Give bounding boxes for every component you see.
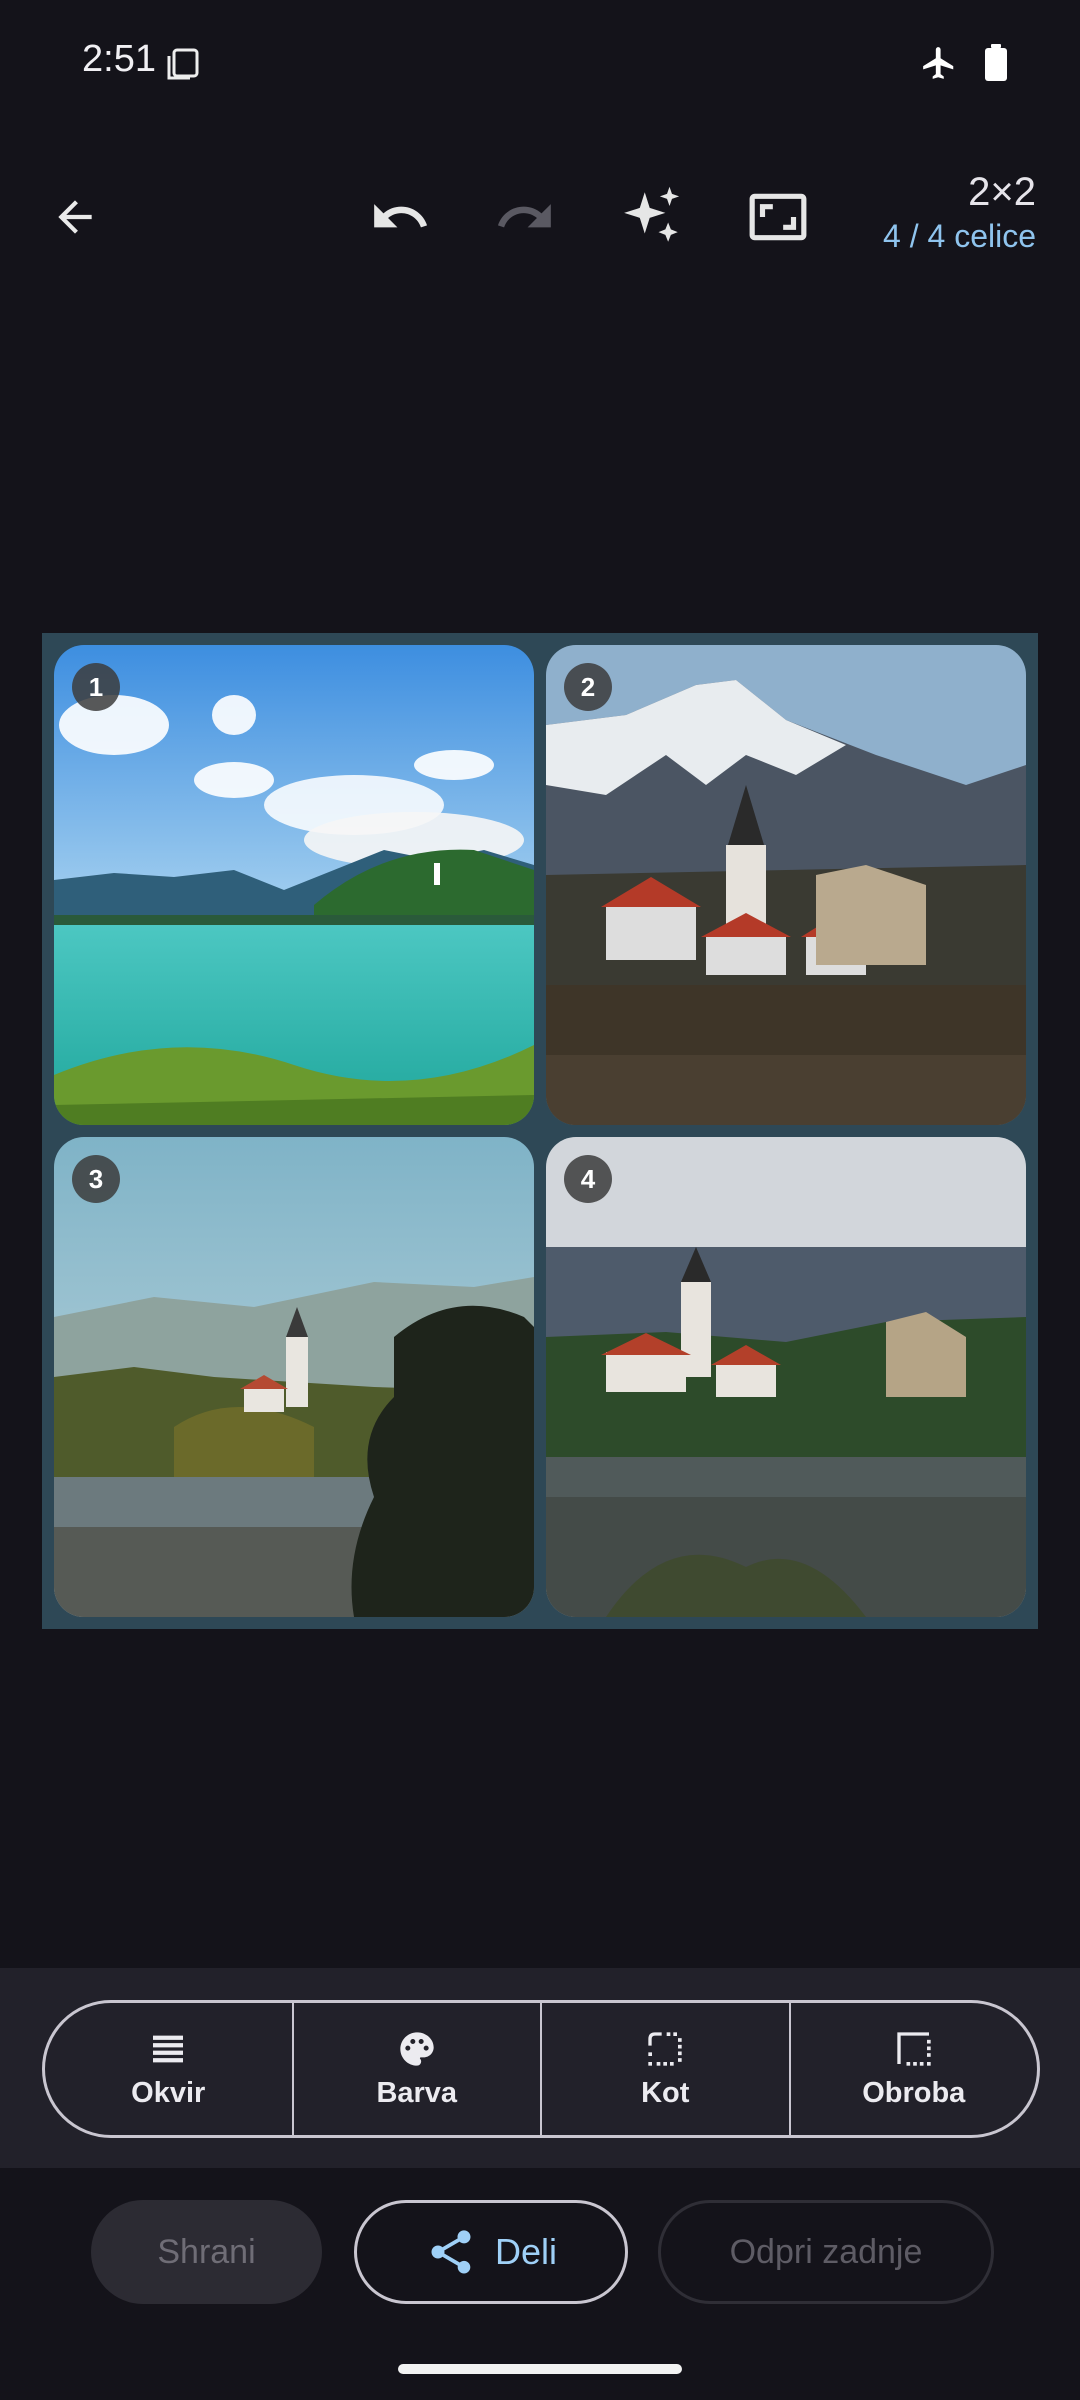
redo-icon [497,204,551,228]
grid-size-label: 2×2 [968,170,1036,214]
option-border[interactable]: Obroba [791,2003,1038,2135]
option-frame[interactable]: Okvir [45,2003,294,2135]
lake-photo-2 [546,645,1026,1125]
layout-lines-icon [153,2035,184,2062]
back-button[interactable] [40,182,110,252]
cell-count-label: 4 / 4 celice [883,218,1036,254]
option-frame-label: Okvir [131,2076,206,2109]
sparkles-icon [624,186,680,242]
cell-number-badge: 1 [72,663,120,711]
status-time: 2:51 [82,38,156,80]
options-segmented-control: Okvir Barva Kot Obroba [42,2000,1040,2138]
status-bar: 2:51 [0,0,1080,130]
collage-cell-3[interactable]: 3 [54,1137,534,1617]
option-color-label: Barva [376,2076,458,2109]
option-corner[interactable]: Kot [542,2003,791,2135]
home-indicator[interactable] [398,2364,682,2374]
collage-cell-4[interactable]: 4 [546,1137,1026,1617]
airplane-mode-icon [920,44,958,87]
lake-photo-1 [54,645,534,1125]
share-button[interactable]: Deli [354,2200,628,2304]
action-bar: Shrani Deli Odpri zadnje [0,2200,1080,2310]
open-last-button[interactable]: Odpri zadnje [658,2200,994,2304]
grid-info[interactable]: 2×2 4 / 4 celice [883,168,1036,256]
option-border-label: Obroba [862,2076,966,2109]
option-color[interactable]: Barva [294,2003,542,2135]
options-panel: Okvir Barva Kot Obroba [0,1968,1080,2168]
collage-cell-1[interactable]: 1 [54,645,534,1125]
lake-photo-4 [546,1137,1026,1617]
collage-cell-2[interactable]: 2 [546,645,1026,1125]
redo-button[interactable] [490,182,560,252]
top-toolbar: 2×2 4 / 4 celice [0,150,1080,280]
share-label: Deli [494,2231,557,2272]
aspect-ratio-icon [749,193,807,241]
screenshot-icon [166,47,200,86]
cell-number-badge: 2 [564,663,612,711]
palette-icon [400,2031,434,2066]
cell-number-badge: 4 [564,1155,612,1203]
auto-enhance-button[interactable] [618,182,688,252]
lake-photo-3 [54,1137,534,1617]
corner-icon [648,2031,682,2066]
border-icon [897,2031,931,2066]
share-icon [431,2230,471,2274]
arrow-left-icon [58,200,92,234]
save-button[interactable]: Shrani [91,2200,322,2304]
cell-number-badge: 3 [72,1155,120,1203]
option-corner-label: Kot [641,2076,690,2109]
undo-icon [374,204,428,228]
aspect-ratio-button[interactable] [743,182,813,252]
undo-button[interactable] [365,182,435,252]
battery-icon [984,44,1008,87]
collage-canvas: 1 2 3 4 [42,633,1038,1629]
